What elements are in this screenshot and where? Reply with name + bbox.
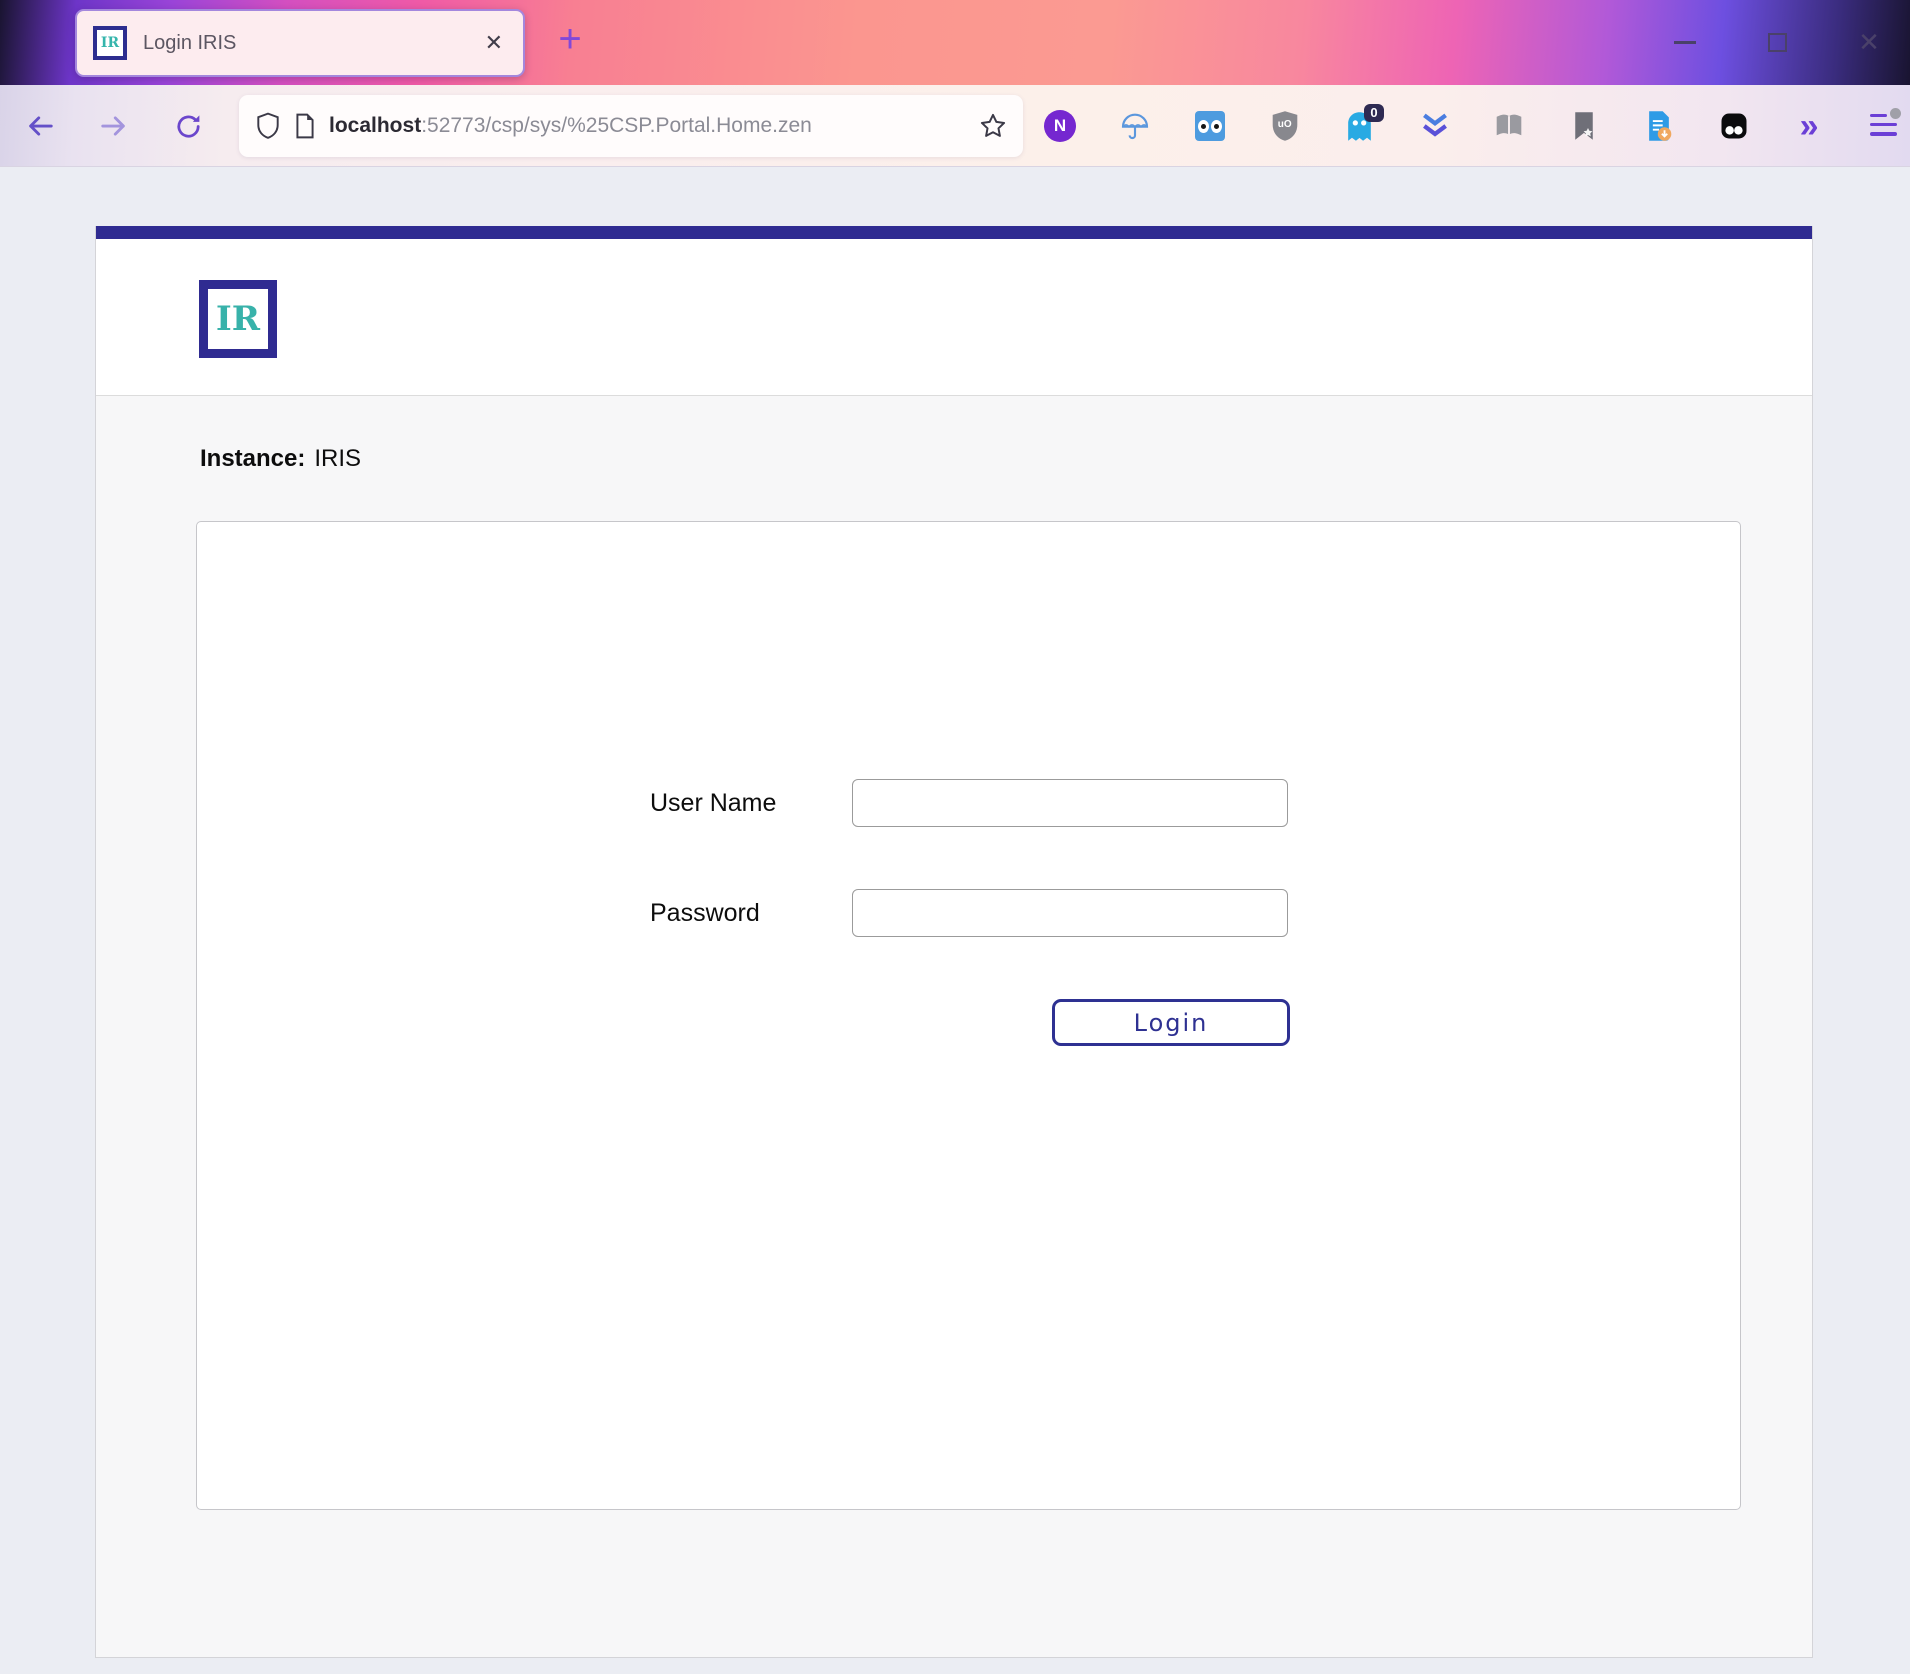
close-window-button[interactable]: ✕ bbox=[1852, 26, 1886, 60]
menu-notification-dot bbox=[1890, 108, 1901, 119]
instance-line: Instance: IRIS bbox=[200, 445, 361, 473]
tab-strip: IR Login IRIS ✕ + ✕ bbox=[0, 0, 1910, 85]
instance-label: Instance: bbox=[200, 445, 305, 472]
googly-eyes-extension-icon[interactable] bbox=[1192, 106, 1228, 146]
instance-value: IRIS bbox=[314, 445, 361, 472]
username-label: User Name bbox=[650, 779, 776, 827]
username-input[interactable] bbox=[852, 779, 1288, 827]
dark-mask-extension-icon[interactable] bbox=[1716, 106, 1752, 146]
tracking-shield-icon[interactable] bbox=[255, 112, 281, 140]
tab-title: Login IRIS bbox=[143, 32, 236, 55]
reload-icon bbox=[174, 112, 203, 141]
toolbar-overflow-button[interactable]: » bbox=[1791, 106, 1827, 146]
iris-logo: IR bbox=[199, 280, 277, 358]
save-document-extension-icon[interactable] bbox=[1641, 106, 1677, 146]
maximize-button[interactable] bbox=[1760, 26, 1794, 60]
url-path: :52773/csp/sys/%25CSP.Portal.Home.zen bbox=[421, 114, 812, 137]
hamburger-menu-icon bbox=[1870, 114, 1897, 138]
forward-arrow-icon bbox=[99, 111, 129, 141]
minimize-button[interactable] bbox=[1668, 26, 1702, 60]
password-input[interactable] bbox=[852, 889, 1288, 937]
password-label: Password bbox=[650, 889, 760, 937]
browser-tab[interactable]: IR Login IRIS ✕ bbox=[75, 9, 525, 77]
login-form-panel: User Name Password Login bbox=[196, 521, 1741, 1510]
overflow-chevrons-icon: » bbox=[1800, 108, 1819, 144]
back-button[interactable] bbox=[18, 104, 62, 148]
url-bar[interactable]: localhost:52773/csp/sys/%25CSP.Portal.Ho… bbox=[239, 95, 1023, 157]
ghostery-extension-icon[interactable]: 0 bbox=[1342, 106, 1378, 146]
bookmark-star-icon[interactable] bbox=[979, 112, 1007, 140]
tab-close-icon[interactable]: ✕ bbox=[485, 30, 503, 56]
page-header: IR bbox=[96, 239, 1812, 396]
ublock-origin-extension-icon[interactable]: uO bbox=[1267, 106, 1303, 146]
login-button[interactable]: Login bbox=[1052, 999, 1290, 1046]
umbrella-proxy-extension-icon[interactable] bbox=[1117, 106, 1153, 146]
window-controls: ✕ bbox=[1668, 0, 1886, 85]
reload-button[interactable] bbox=[166, 104, 210, 148]
login-page-card: IR Instance: IRIS User Name Password Logi… bbox=[95, 226, 1813, 1658]
app-menu-button[interactable] bbox=[1866, 106, 1902, 146]
nordpass-extension-icon[interactable]: N bbox=[1042, 106, 1078, 146]
ghostery-badge: 0 bbox=[1364, 104, 1383, 122]
new-tab-button[interactable]: + bbox=[548, 14, 592, 66]
forward-button[interactable] bbox=[92, 104, 136, 148]
navigation-toolbar: localhost:52773/csp/sys/%25CSP.Portal.Ho… bbox=[0, 85, 1910, 167]
brand-top-border bbox=[96, 226, 1812, 239]
url-host: localhost bbox=[329, 114, 421, 137]
page-info-icon[interactable] bbox=[294, 113, 316, 139]
double-chevron-extension-icon[interactable] bbox=[1417, 106, 1453, 146]
reading-list-book-icon[interactable] bbox=[1491, 106, 1527, 146]
page-background: IR Instance: IRIS User Name Password Logi… bbox=[0, 167, 1910, 1674]
extension-toolbar: N uO 0 bbox=[1042, 85, 1902, 167]
url-text[interactable]: localhost:52773/csp/sys/%25CSP.Portal.Ho… bbox=[329, 114, 966, 138]
iris-favicon-icon: IR bbox=[93, 26, 127, 60]
bookmark-manager-flag-icon[interactable] bbox=[1566, 106, 1602, 146]
back-arrow-icon bbox=[25, 111, 55, 141]
